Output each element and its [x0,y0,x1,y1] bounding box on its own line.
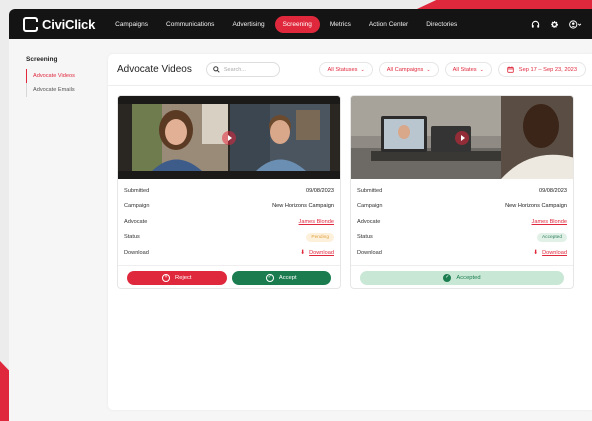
calendar-icon [507,66,514,73]
nav-item-advertising[interactable]: Advertising [224,16,272,33]
state-filter-dropdown[interactable]: All States ⌄ [444,62,492,77]
download-link-text: Download [309,249,334,256]
nav-icon-group [531,19,582,29]
accept-button-label: Accept [278,274,297,281]
campaign-value: New Horizons Campaign [505,203,567,210]
user-icon[interactable] [569,19,582,29]
sidebar: Screening Advocate Videos Advocate Email… [9,39,89,421]
status-filter-label: All Statuses [327,66,358,73]
video-card: Submitted 09/08/2023 Campaign New Horizo… [350,95,574,289]
sidebar-item-advocate-videos[interactable]: Advocate Videos [26,69,89,83]
campaign-filter-dropdown[interactable]: All Campaigns ⌄ [378,62,439,77]
download-link[interactable]: ⬇ Download [300,249,334,257]
close-circle-icon: × [162,273,171,282]
video-card-grid: Submitted 09/08/2023 Campaign New Horizo… [117,95,574,289]
campaign-label: Campaign [357,203,383,210]
top-navbar: CiviClick Campaigns Communications Adver… [9,9,592,39]
check-circle-icon: ✓ [443,273,452,282]
submitted-label: Submitted [357,187,383,194]
detail-row-advocate: Advocate James Blonde [357,214,567,230]
nav-item-communications[interactable]: Communications [158,16,222,33]
chevron-down-icon: ⌄ [479,66,484,73]
date-range-label: Sep 17 – Sep 23, 2023 [518,66,577,73]
video-card: Submitted 09/08/2023 Campaign New Horizo… [117,95,341,289]
nav-item-action-center[interactable]: Action Center [361,16,416,33]
advocate-link[interactable]: James Blonde [532,219,567,225]
accepted-button[interactable]: ✓ Accepted [360,270,564,285]
detail-row-download: Download ⬇ Download [124,245,334,261]
status-badge: Pending [306,232,334,242]
status-label: Status [124,234,140,241]
headset-icon[interactable] [531,20,540,29]
search-box[interactable] [205,62,280,77]
logo-mark-icon [23,16,39,32]
logo[interactable]: CiviClick [23,16,96,32]
video-details: Submitted 09/08/2023 Campaign New Horizo… [351,179,573,261]
toolbar: Advocate Videos All Statuses ⌄ All Campa… [108,54,592,86]
status-filter-dropdown[interactable]: All Statuses ⌄ [319,62,373,77]
detail-row-status: Status Accepted [357,230,567,246]
nav-menu: Campaigns Communications Advertising Scr… [107,15,465,33]
download-link-text: Download [542,249,567,256]
state-filter-label: All States [452,66,477,73]
advocate-label: Advocate [357,218,381,225]
download-icon: ⬇ [533,250,539,257]
download-link[interactable]: ⬇ Download [533,249,567,257]
status-label: Status [357,234,373,241]
nav-item-campaigns[interactable]: Campaigns [107,16,156,33]
search-icon [213,66,220,73]
accepted-button-label: Accepted [456,274,481,281]
gear-icon[interactable] [550,20,559,29]
sidebar-item-advocate-emails[interactable]: Advocate Emails [26,83,89,97]
advocate-label: Advocate [124,218,148,225]
detail-row-campaign: Campaign New Horizons Campaign [357,199,567,215]
detail-row-advocate: Advocate James Blonde [124,214,334,230]
chevron-down-icon: ⌄ [426,66,431,73]
download-label: Download [357,249,382,256]
main-panel: Advocate Videos All Statuses ⌄ All Campa… [108,54,592,410]
reject-button-label: Reject [175,274,192,281]
video-thumbnail[interactable] [118,96,340,179]
submitted-value: 09/08/2023 [539,187,567,194]
nav-item-metrics[interactable]: Metrics [322,16,359,33]
status-badge: Accepted [536,232,567,242]
video-thumbnail[interactable] [351,96,573,179]
detail-row-status: Status Pending [124,230,334,246]
sidebar-title: Screening [26,56,58,63]
download-label: Download [124,249,149,256]
detail-row-download: Download ⬇ Download [357,245,567,261]
detail-row-submitted: Submitted 09/08/2023 [357,183,567,199]
download-icon: ⬇ [300,250,306,257]
campaign-value: New Horizons Campaign [272,203,334,210]
video-details: Submitted 09/08/2023 Campaign New Horizo… [118,179,340,261]
card-actions: × Reject ✓ Accept [118,264,340,285]
campaign-filter-label: All Campaigns [386,66,424,73]
search-input[interactable] [223,66,274,73]
play-icon[interactable] [222,130,236,145]
nav-item-screening[interactable]: Screening [274,15,320,33]
filter-bar: All Statuses ⌄ All Campaigns ⌄ All State… [319,62,586,77]
nav-item-directories[interactable]: Directories [418,16,465,33]
page-title: Advocate Videos [117,64,192,75]
reject-button[interactable]: × Reject [127,270,227,285]
chevron-down-icon: ⌄ [360,66,365,73]
play-icon[interactable] [455,130,469,145]
accept-button[interactable]: ✓ Accept [231,270,331,285]
submitted-label: Submitted [124,187,150,194]
app-window: CiviClick Campaigns Communications Adver… [9,9,592,421]
detail-row-submitted: Submitted 09/08/2023 [124,183,334,199]
card-actions: ✓ Accepted [351,264,573,285]
check-circle-icon: ✓ [265,273,274,282]
detail-row-campaign: Campaign New Horizons Campaign [124,199,334,215]
advocate-link[interactable]: James Blonde [299,219,334,225]
submitted-value: 09/08/2023 [306,187,334,194]
campaign-label: Campaign [124,203,150,210]
date-range-picker[interactable]: Sep 17 – Sep 23, 2023 [497,62,586,77]
logo-text: CiviClick [42,16,96,32]
